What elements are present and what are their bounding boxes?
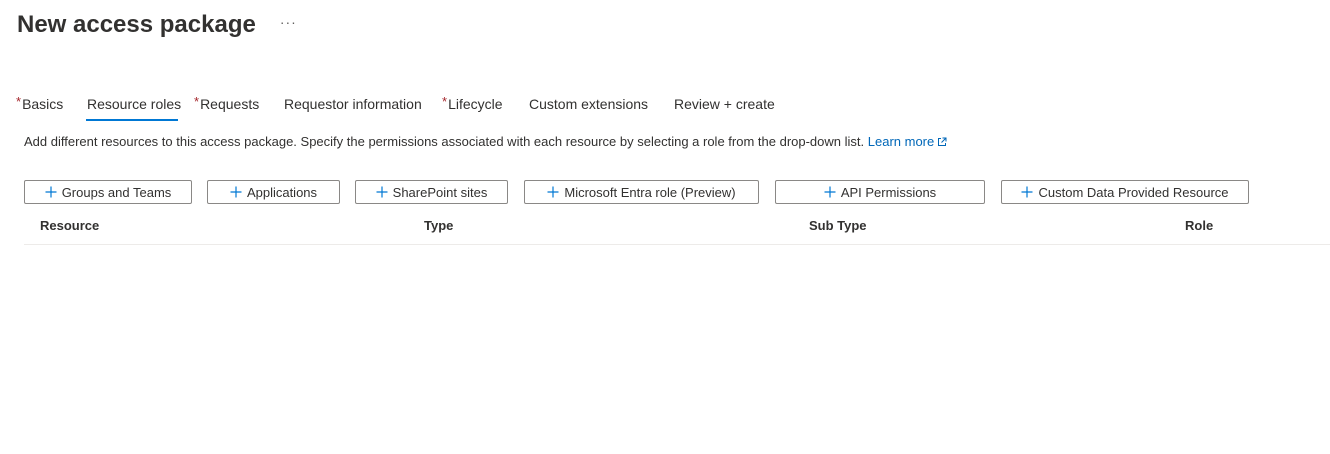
tab-resource-roles[interactable]: Resource roles	[86, 93, 182, 121]
add-sharepoint-sites-button[interactable]: SharePoint sites	[355, 180, 508, 204]
add-custom-data-resource-button[interactable]: Custom Data Provided Resource	[1001, 180, 1249, 204]
column-header-role[interactable]: Role	[1185, 218, 1213, 233]
tab-requests[interactable]: *Requests	[194, 93, 283, 121]
column-header-resource[interactable]: Resource	[40, 218, 99, 233]
button-label: API Permissions	[840, 184, 937, 200]
tab-requestor-information[interactable]: Requestor information	[283, 93, 442, 121]
column-header-type[interactable]: Type	[424, 218, 453, 233]
resource-table-header: Resource Type Sub Type Role	[24, 212, 1330, 245]
required-marker: *	[442, 94, 448, 109]
page-title: New access package	[17, 11, 256, 38]
tab-label: Lifecycle	[448, 96, 503, 112]
description-text: Add different resources to this access p…	[24, 134, 865, 149]
button-label: SharePoint sites	[392, 184, 488, 200]
button-label: Custom Data Provided Resource	[1038, 184, 1229, 200]
title-row: New access package ···	[17, 9, 297, 41]
tab-review-create[interactable]: Review + create	[673, 93, 783, 121]
tab-label: Requestor information	[284, 96, 422, 112]
column-header-sub-type[interactable]: Sub Type	[809, 218, 867, 233]
tab-custom-extensions[interactable]: Custom extensions	[528, 93, 673, 121]
access-package-page: New access package ··· *Basics Resource …	[0, 0, 1330, 454]
required-marker: *	[194, 94, 200, 109]
button-label: Microsoft Entra role (Preview)	[564, 184, 736, 200]
tab-label: Custom extensions	[529, 96, 649, 112]
tab-lifecycle[interactable]: *Lifecycle	[442, 93, 528, 121]
learn-more-link[interactable]: Learn more	[868, 134, 947, 149]
plus-icon	[376, 186, 388, 198]
add-entra-role-button[interactable]: Microsoft Entra role (Preview)	[524, 180, 759, 204]
learn-more-label: Learn more	[867, 134, 935, 149]
tab-label: Resource roles	[87, 96, 182, 112]
section-description: Add different resources to this access p…	[24, 133, 947, 152]
plus-icon	[824, 186, 836, 198]
plus-icon	[1021, 186, 1033, 198]
add-applications-button[interactable]: Applications	[207, 180, 340, 204]
wizard-tabs: *Basics Resource roles *Requests Request…	[16, 93, 783, 121]
plus-icon	[230, 186, 242, 198]
plus-icon	[547, 186, 559, 198]
external-link-icon	[937, 134, 947, 152]
tab-label: Requests	[200, 96, 260, 112]
tab-label: Basics	[22, 96, 64, 112]
tab-basics[interactable]: *Basics	[16, 93, 86, 121]
add-groups-and-teams-button[interactable]: Groups and Teams	[24, 180, 192, 204]
tab-label: Review + create	[674, 96, 775, 112]
button-label: Groups and Teams	[61, 184, 172, 200]
plus-icon	[45, 186, 57, 198]
more-options-button[interactable]: ···	[280, 6, 297, 38]
add-api-permissions-button[interactable]: API Permissions	[775, 180, 985, 204]
button-label: Applications	[246, 184, 318, 200]
required-marker: *	[16, 94, 22, 109]
